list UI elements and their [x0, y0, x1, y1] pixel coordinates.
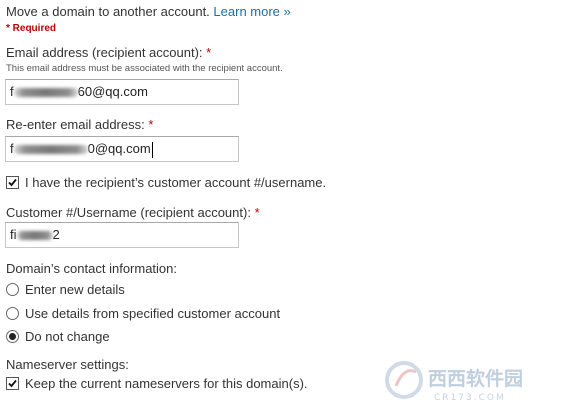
required-star: * [148, 117, 154, 132]
has-account-checkbox[interactable] [6, 176, 19, 189]
contact-heading: Domain’s contact information: [6, 261, 178, 276]
has-account-label[interactable]: I have the recipient’s customer account … [25, 175, 326, 191]
email-field[interactable]: f 60@qq.com [5, 79, 239, 105]
radio-use-specified-account-label[interactable]: Use details from specified customer acco… [25, 306, 280, 322]
reenter-email-value-suffix: 0@qq.com [87, 141, 151, 156]
keep-nameservers-checkbox[interactable] [6, 377, 19, 390]
email-hint: This email address must be associated wi… [6, 63, 283, 74]
redacted-blur [13, 145, 88, 155]
customer-id-label: Customer #/Username (recipient account):… [6, 205, 260, 221]
keep-nameservers-label[interactable]: Keep the current nameservers for this do… [25, 376, 308, 392]
redacted-blur [13, 88, 78, 98]
learn-more-link[interactable]: Learn more » [213, 4, 290, 19]
watermark-sub-text: CR173.COM [434, 393, 506, 403]
reenter-email-label: Re-enter email address: * [6, 117, 153, 133]
required-star: * [254, 205, 260, 220]
radio-do-not-change[interactable] [6, 330, 19, 343]
email-label-text: Email address (recipient account): [6, 45, 203, 60]
required-note: * Required [6, 23, 57, 34]
text-caret [151, 141, 153, 158]
reenter-email-label-text: Re-enter email address: [6, 117, 145, 132]
watermark-brand-text: 西西软件园 [428, 367, 523, 390]
radio-enter-new-details-label[interactable]: Enter new details [25, 282, 125, 298]
intro-line: Move a domain to another account. Learn … [6, 4, 291, 20]
redacted-blur [16, 231, 53, 241]
customer-id-label-text: Customer #/Username (recipient account): [6, 205, 251, 220]
email-label: Email address (recipient account): * [6, 45, 211, 61]
checkmark-icon [8, 178, 17, 187]
watermark-ring-icon [385, 361, 423, 399]
watermark-logo: 西西软件园 CR173.COM [385, 361, 523, 403]
radio-selected-dot [9, 333, 16, 340]
customer-id-value-suffix: 2 [52, 227, 60, 242]
required-star: * [206, 45, 212, 60]
customer-id-field[interactable]: fi 2 [5, 222, 239, 248]
radio-do-not-change-label[interactable]: Do not change [25, 329, 110, 345]
reenter-email-field[interactable]: f 0@qq.com [5, 136, 239, 162]
nameserver-heading: Nameserver settings: [6, 357, 129, 372]
radio-enter-new-details[interactable] [6, 283, 19, 296]
checkmark-icon [8, 379, 17, 388]
email-value-suffix: 60@qq.com [77, 84, 148, 99]
radio-use-specified-account[interactable] [6, 307, 19, 320]
intro-text: Move a domain to another account. [6, 4, 210, 19]
customer-id-value-prefix: fi [10, 227, 17, 242]
